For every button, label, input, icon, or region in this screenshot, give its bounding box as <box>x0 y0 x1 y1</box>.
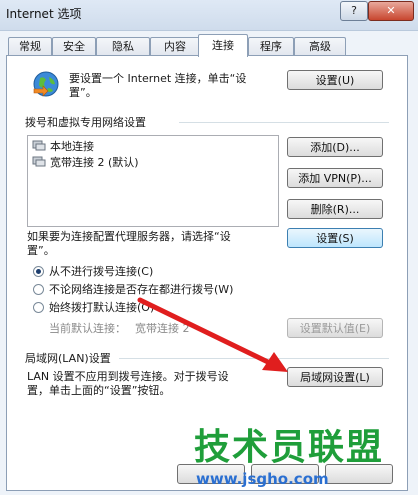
watermark-url: www.jsgho.com <box>196 470 329 488</box>
watermark-title: 技术员联盟 <box>194 427 385 468</box>
red-arrow-shaft <box>137 297 275 367</box>
tab-connections[interactable]: 连接 <box>198 34 248 57</box>
